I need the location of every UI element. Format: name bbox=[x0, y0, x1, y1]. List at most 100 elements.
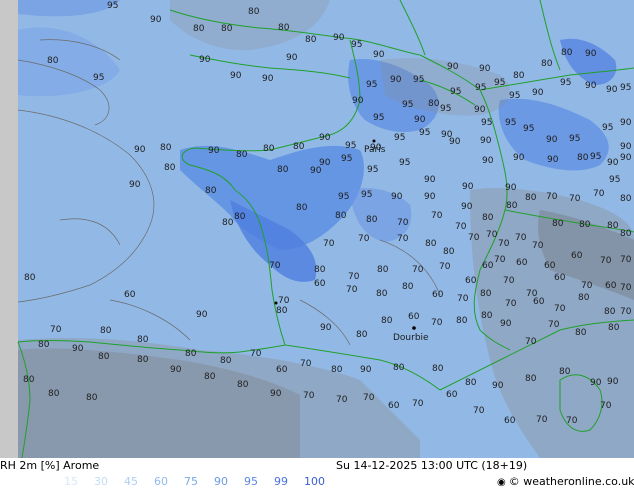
contour-label: 80 bbox=[263, 144, 275, 154]
color-legend: 15 30 45 60 75 90 95 99 100 bbox=[64, 475, 334, 489]
legend-value: 99 bbox=[274, 475, 288, 488]
contour-label: 80 bbox=[236, 150, 248, 160]
contour-label: 90 bbox=[482, 156, 494, 166]
contour-label: 80 bbox=[193, 24, 205, 34]
contour-label: 80 bbox=[608, 323, 620, 333]
contour-label: 90 bbox=[424, 175, 436, 185]
contour-label: 80 bbox=[561, 48, 573, 58]
contour-label: 90 bbox=[391, 192, 403, 202]
outside-domain-strip bbox=[0, 0, 18, 458]
contour-label: 95 bbox=[345, 141, 356, 151]
contour-label: 60 bbox=[276, 365, 288, 375]
contour-label: 95 bbox=[107, 1, 118, 11]
contour-label: 70 bbox=[498, 239, 510, 249]
contour-label: 90 bbox=[500, 319, 512, 329]
contour-label: 90 bbox=[373, 50, 385, 60]
contour-label: 60 bbox=[516, 258, 528, 268]
contour-label: 80 bbox=[465, 378, 477, 388]
contour-label: 80 bbox=[38, 340, 50, 350]
contour-label: 80 bbox=[525, 193, 537, 203]
contour-label: 90 bbox=[319, 133, 331, 143]
contour-label: 70 bbox=[600, 256, 612, 266]
paris-marker bbox=[372, 139, 376, 143]
contour-label: 70 bbox=[536, 415, 548, 425]
contour-label: 80 bbox=[47, 56, 59, 66]
contour-label: 70 bbox=[323, 239, 335, 249]
contour-label: 95 bbox=[351, 40, 362, 50]
forecast-datetime: Su 14-12-2025 13:00 UTC (18+19) bbox=[336, 459, 528, 472]
contour-label: 90 bbox=[513, 153, 525, 163]
contour-label: 95 bbox=[440, 104, 451, 114]
contour-label: 70 bbox=[455, 222, 467, 232]
contour-label: 90 bbox=[449, 137, 461, 147]
contour-label: 90 bbox=[607, 158, 619, 168]
contour-label: 80 bbox=[402, 282, 414, 292]
contour-label: 95 bbox=[569, 134, 580, 144]
contour-label: 80 bbox=[578, 293, 590, 303]
legend-value: 75 bbox=[184, 475, 198, 488]
contour-label: 90 bbox=[461, 202, 473, 212]
contour-label: 70 bbox=[300, 359, 312, 369]
contour-label: 90 bbox=[424, 192, 436, 202]
contour-label: 80 bbox=[559, 367, 571, 377]
contour-label: 90 bbox=[230, 71, 242, 81]
contour-label: 95 bbox=[509, 91, 520, 101]
contour-label: 70 bbox=[515, 233, 527, 243]
contour-label: 80 bbox=[366, 215, 378, 225]
contour-label: 60 bbox=[482, 261, 494, 271]
contour-label: 80 bbox=[305, 35, 317, 45]
contour-label: 90 bbox=[547, 155, 559, 165]
contour-label: 80 bbox=[552, 219, 564, 229]
contour-label: 90 bbox=[360, 365, 372, 375]
contour-label: 80 bbox=[331, 365, 343, 375]
contour-label: 70 bbox=[336, 395, 348, 405]
contour-label: 80 bbox=[234, 212, 246, 222]
contour-label: 90 bbox=[492, 381, 504, 391]
contour-label: 95 bbox=[341, 154, 352, 164]
legend-value: 15 bbox=[64, 475, 78, 488]
copyright-link[interactable]: ◉ © weatheronline.co.uk bbox=[497, 475, 634, 488]
copyright-text: © weatheronline.co.uk bbox=[508, 475, 634, 488]
contour-label: 70 bbox=[412, 265, 424, 275]
contour-label: 70 bbox=[358, 234, 370, 244]
contour-label: 90 bbox=[310, 166, 322, 176]
contour-label: 60 bbox=[571, 251, 583, 261]
contour-label: 70 bbox=[250, 349, 262, 359]
contour-label: 80 bbox=[335, 211, 347, 221]
contour-label: 70 bbox=[431, 211, 443, 221]
contour-label: 70 bbox=[600, 401, 612, 411]
contour-label: 95 bbox=[394, 133, 405, 143]
contour-label: 90 bbox=[585, 49, 597, 59]
contour-label: 90 bbox=[532, 88, 544, 98]
contour-label: 90 bbox=[447, 62, 459, 72]
contour-label: 70 bbox=[505, 299, 517, 309]
contour-label: 95 bbox=[450, 87, 461, 97]
contour-label: 80 bbox=[577, 153, 589, 163]
contour-label: 80 bbox=[204, 372, 216, 382]
contour-label: 80 bbox=[356, 330, 368, 340]
contour-label: 70 bbox=[412, 399, 424, 409]
contour-label: 95 bbox=[419, 128, 430, 138]
contour-label: 90 bbox=[134, 145, 146, 155]
contour-label: 80 bbox=[381, 316, 393, 326]
contour-label: 70 bbox=[468, 233, 480, 243]
contour-label: 60 bbox=[465, 276, 477, 286]
legend-value: 60 bbox=[154, 475, 168, 488]
contour-label: 70 bbox=[397, 234, 409, 244]
contour-label: 80 bbox=[220, 356, 232, 366]
contour-label: 90 bbox=[620, 142, 632, 152]
globe-icon: ◉ bbox=[497, 477, 506, 488]
contour-label: 95 bbox=[475, 83, 486, 93]
contour-label: 80 bbox=[221, 24, 233, 34]
contour-label: 70 bbox=[581, 281, 593, 291]
contour-label: 80 bbox=[278, 23, 290, 33]
contour-label: 90 bbox=[505, 183, 517, 193]
contour-label: 70 bbox=[278, 296, 290, 306]
contour-label: 95 bbox=[560, 78, 571, 88]
contour-label: 70 bbox=[566, 416, 578, 426]
contour-label: 80 bbox=[480, 289, 492, 299]
contour-label: 60 bbox=[408, 312, 420, 322]
contour-label: 70 bbox=[554, 304, 566, 314]
contour-label: 60 bbox=[388, 401, 400, 411]
contour-label: 90 bbox=[270, 389, 282, 399]
